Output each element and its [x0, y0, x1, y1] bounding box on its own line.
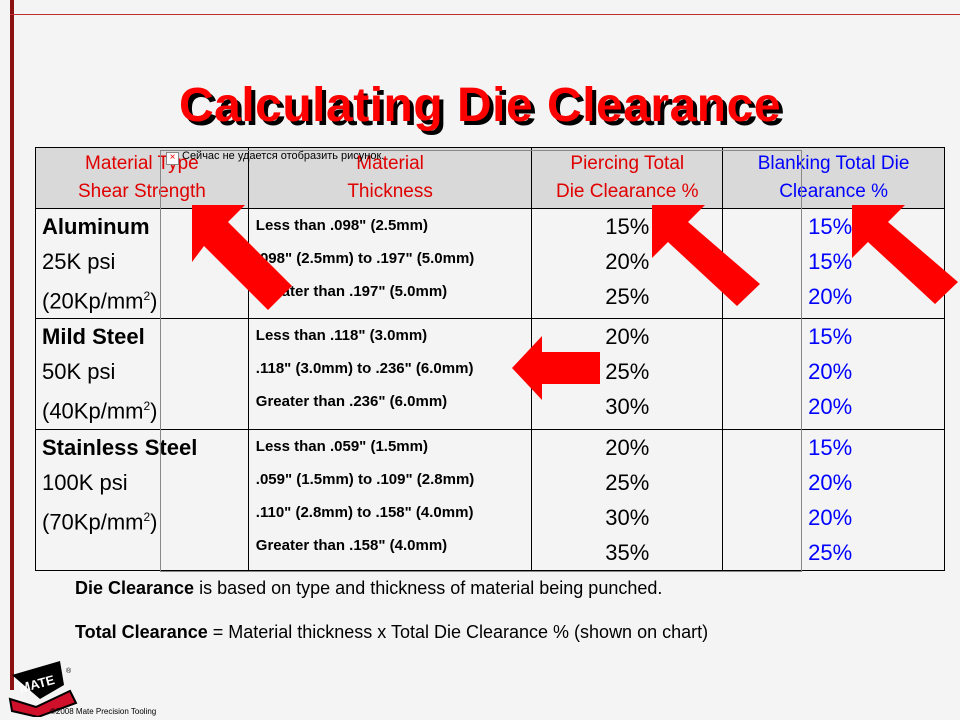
footer-line-2: Total Clearance = Material thickness x T… — [75, 622, 709, 642]
arrows-layer — [192, 205, 958, 400]
copyright: ©2008 Mate Precision Tooling — [50, 707, 157, 716]
footer-line-1: Die Clearance is based on type and thick… — [75, 578, 663, 598]
arrow-icon-thickness — [512, 336, 600, 400]
slide: Calculating Die Clearance Material Type S… — [0, 0, 960, 720]
arrow-icon-blanking — [852, 205, 958, 304]
arrow-icon-material — [192, 205, 292, 310]
svg-text:®: ® — [66, 667, 72, 675]
arrow-icon-piercing — [652, 205, 760, 306]
